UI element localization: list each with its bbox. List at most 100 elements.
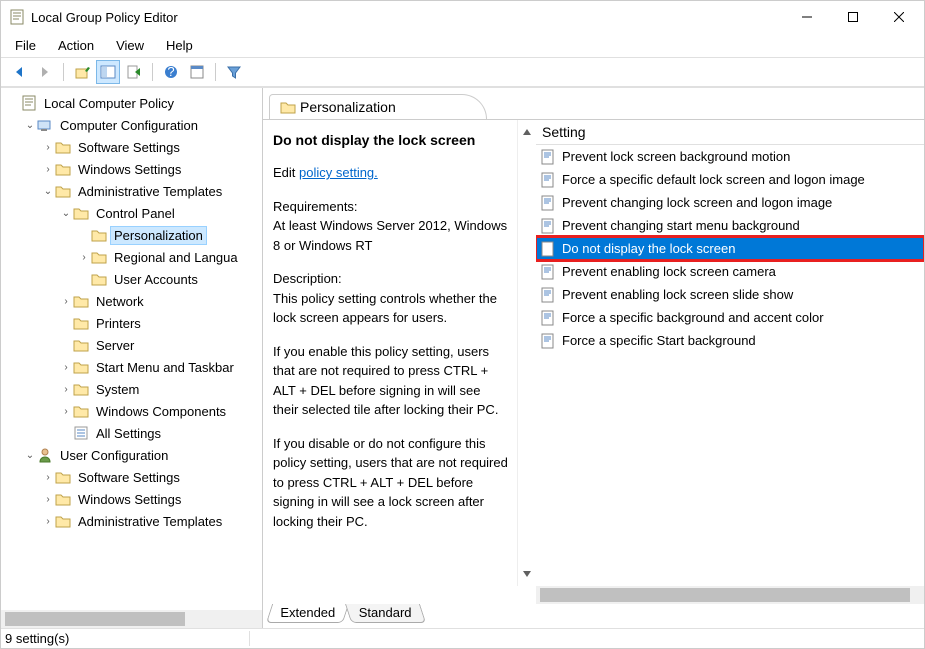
tree-system[interactable]: ›System [5,378,262,400]
toolbar-separator [215,63,216,81]
setting-label: Prevent changing lock screen and logon i… [562,195,832,210]
window-title: Local Group Policy Editor [31,10,784,25]
tree-printers[interactable]: Printers [5,312,262,334]
tree-user-accounts[interactable]: User Accounts [5,268,262,290]
setting-row[interactable]: Do not display the lock screen [536,237,924,260]
edit-prefix: Edit [273,165,299,180]
status-text: 9 setting(s) [5,631,250,646]
tree-startmenu[interactable]: ›Start Menu and Taskbar [5,356,262,378]
setting-row[interactable]: Prevent enabling lock screen camera [536,260,924,283]
tab-extended[interactable]: Extended [266,604,349,623]
tree-uc-software[interactable]: ›Software Settings [5,466,262,488]
menu-view[interactable]: View [106,36,154,55]
menu-help[interactable]: Help [156,36,203,55]
policy-icon [540,241,556,257]
policy-icon [540,333,556,349]
tree-cc-admin-templates[interactable]: ⌄Administrative Templates [5,180,262,202]
minimize-button[interactable] [784,1,830,33]
filter-button[interactable] [222,60,246,84]
setting-row[interactable]: Force a specific background and accent c… [536,306,924,329]
tree-panel: Local Computer Policy ⌄Computer Configur… [1,88,263,628]
tree-network[interactable]: ›Network [5,290,262,312]
tree-personalization[interactable]: Personalization [5,224,262,246]
setting-row[interactable]: Prevent changing lock screen and logon i… [536,191,924,214]
desc-p1: This policy setting controls whether the… [273,289,509,328]
status-bar: 9 setting(s) [1,628,924,648]
setting-row[interactable]: Force a specific Start background [536,329,924,352]
setting-label: Do not display the lock screen [562,241,735,256]
title-bar: Local Group Policy Editor [1,1,924,33]
policy-icon [540,287,556,303]
req-text: At least Windows Server 2012, Windows 8 … [273,216,509,255]
setting-row[interactable]: Prevent changing start menu background [536,214,924,237]
tab-standard[interactable]: Standard [345,604,426,623]
setting-label: Prevent enabling lock screen camera [562,264,776,279]
tree-root[interactable]: Local Computer Policy [5,92,262,114]
menu-file[interactable]: File [5,36,46,55]
tree-user-config[interactable]: ⌄User Configuration [5,444,262,466]
tree-computer-config[interactable]: ⌄Computer Configuration [5,114,262,136]
pane-header: Personalization [263,88,924,119]
tree-uc-admin[interactable]: ›Administrative Templates [5,510,262,532]
col-setting[interactable]: Setting [536,120,924,145]
policy-icon [540,149,556,165]
policy-icon [540,264,556,280]
back-button[interactable] [7,60,31,84]
scroll-down-icon[interactable] [521,568,533,580]
folder-icon [280,99,296,115]
menu-action[interactable]: Action [48,36,104,55]
tree-control-panel[interactable]: ⌄Control Panel [5,202,262,224]
setting-row[interactable]: Force a specific default lock screen and… [536,168,924,191]
properties-button[interactable] [185,60,209,84]
tree-all-settings[interactable]: All Settings [5,422,262,444]
setting-row[interactable]: Prevent lock screen background motion [536,145,924,168]
setting-label: Force a specific default lock screen and… [562,172,865,187]
tree-cc-windows[interactable]: ›Windows Settings [5,158,262,180]
help-button[interactable]: ? [159,60,183,84]
scroll-up-icon[interactable] [521,126,533,138]
detail-panel: Do not display the lock screen Edit poli… [263,120,518,586]
view-tabs: Extended Standard [263,604,924,628]
setting-label: Force a specific Start background [562,333,756,348]
detail-vscroll[interactable] [518,120,536,586]
settings-list-wrap: Setting Prevent lock screen background m… [518,120,924,586]
app-icon [9,9,25,25]
maximize-button[interactable] [830,1,876,33]
close-button[interactable] [876,1,922,33]
setting-row[interactable]: Prevent enabling lock screen slide show [536,283,924,306]
tree-hscroll[interactable] [1,610,262,628]
svg-text:?: ? [167,64,174,79]
menu-bar: File Action View Help [1,33,924,57]
tree-windows-components[interactable]: ›Windows Components [5,400,262,422]
setting-label: Prevent enabling lock screen slide show [562,287,793,302]
detail-title: Do not display the lock screen [273,130,509,151]
policy-icon [540,218,556,234]
tree-regional[interactable]: ›Regional and Langua [5,246,262,268]
content-area: Local Computer Policy ⌄Computer Configur… [1,87,924,628]
policy-icon [540,195,556,211]
setting-label: Prevent lock screen background motion [562,149,790,164]
policy-icon [540,172,556,188]
setting-label: Prevent changing start menu background [562,218,800,233]
tree-server[interactable]: Server [5,334,262,356]
tree-cc-software[interactable]: ›Software Settings [5,136,262,158]
req-label: Requirements: [273,197,509,217]
desc-p3: If you disable or do not configure this … [273,434,509,532]
settings-hscroll[interactable] [536,586,924,604]
export-button[interactable] [122,60,146,84]
desc-label: Description: [273,269,509,289]
up-button[interactable] [70,60,94,84]
toolbar-separator [152,63,153,81]
edit-policy-link[interactable]: policy setting. [299,165,378,180]
tree-uc-windows[interactable]: ›Windows Settings [5,488,262,510]
setting-label: Force a specific background and accent c… [562,310,824,325]
toolbar: ? [1,57,924,87]
right-pane: Personalization Do not display the lock … [263,88,924,628]
toolbar-separator [63,63,64,81]
settings-list[interactable]: Setting Prevent lock screen background m… [536,120,924,586]
forward-button[interactable] [33,60,57,84]
policy-icon [540,310,556,326]
tree[interactable]: Local Computer Policy ⌄Computer Configur… [1,88,262,610]
show-tree-button[interactable] [96,60,120,84]
pane-title: Personalization [300,99,396,115]
